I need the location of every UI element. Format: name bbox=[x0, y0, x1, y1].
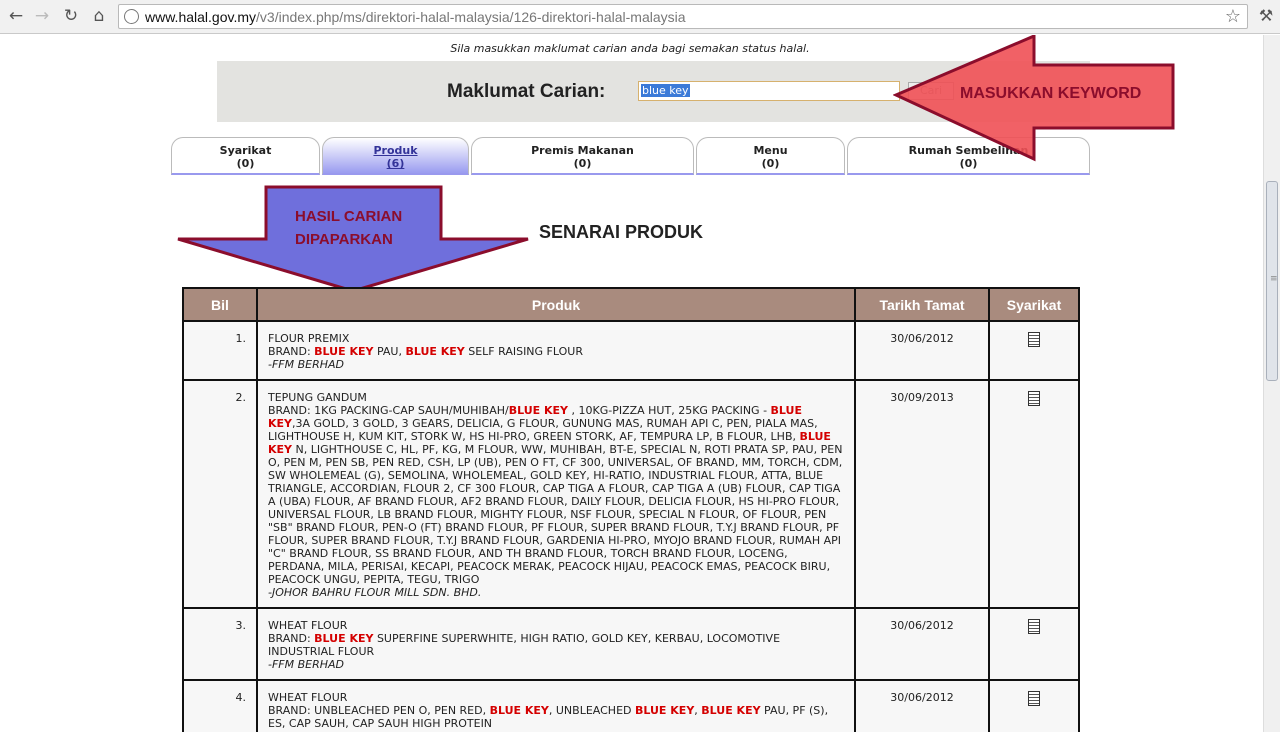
url-text: www.halal.gov.my/v3/index.php/ms/direkto… bbox=[145, 9, 686, 25]
wrench-icon[interactable]: ⚒ bbox=[1256, 6, 1276, 26]
url-path: /v3/index.php/ms/direktori-halal-malaysi… bbox=[256, 9, 686, 25]
company-document-icon[interactable] bbox=[1028, 332, 1040, 347]
row-number: 2. bbox=[182, 379, 258, 609]
row-number: 4. bbox=[182, 679, 258, 732]
table-row: 1. FLOUR PREMIX BRAND: BLUE KEY PAU, BLU… bbox=[182, 320, 1080, 381]
scroll-grip-icon: ≡ bbox=[1270, 274, 1278, 284]
tab-syarikat[interactable]: Syarikat (0) bbox=[171, 137, 320, 175]
table-row: 2. TEPUNG GANDUM BRAND: 1KG PACKING-CAP … bbox=[182, 379, 1080, 609]
product-cell: TEPUNG GANDUM BRAND: 1KG PACKING-CAP SAU… bbox=[256, 379, 856, 609]
tab-menu[interactable]: Menu (0) bbox=[696, 137, 845, 175]
forward-button[interactable]: → bbox=[30, 5, 54, 27]
brand-text: BRAND: bbox=[268, 632, 315, 645]
tab-count: (0) bbox=[236, 157, 255, 170]
expiry-date: 30/06/2012 bbox=[854, 679, 990, 732]
column-header-produk: Produk bbox=[256, 287, 856, 322]
brand-text: BRAND: UNBLEACHED PEN O, PEN RED, bbox=[268, 704, 490, 717]
company-name: -JOHOR BAHRU FLOUR MILL SDN. BHD. bbox=[268, 586, 482, 599]
tab-label: Menu bbox=[753, 144, 788, 157]
brand-text: SELF RAISING FLOUR bbox=[464, 345, 583, 358]
reload-button[interactable]: ↻ bbox=[59, 5, 83, 27]
tab-count: (6) bbox=[386, 157, 405, 170]
back-button[interactable]: ← bbox=[4, 5, 28, 27]
expiry-date: 30/06/2012 bbox=[854, 320, 990, 381]
table-row: 4. WHEAT FLOUR BRAND: UNBLEACHED PEN O, … bbox=[182, 679, 1080, 732]
brand-text: PAU, bbox=[373, 345, 406, 358]
brand-highlight: BLUE KEY bbox=[489, 704, 549, 717]
product-cell: WHEAT FLOUR BRAND: UNBLEACHED PEN O, PEN… bbox=[256, 679, 856, 732]
product-name: TEPUNG GANDUM bbox=[268, 391, 367, 404]
company-cell bbox=[988, 320, 1080, 381]
product-brands: BRAND: UNBLEACHED PEN O, PEN RED, BLUE K… bbox=[268, 704, 844, 730]
list-title: SENARAI PRODUK bbox=[539, 222, 704, 242]
product-brands: BRAND: 1KG PACKING-CAP SAUH/MUHIBAH/BLUE… bbox=[268, 404, 844, 586]
company-cell bbox=[988, 679, 1080, 732]
annotation-result-label: HASIL CARIAN DIPAPARKAN bbox=[295, 208, 403, 248]
product-name: WHEAT FLOUR bbox=[268, 691, 348, 704]
brand-text: ,3A GOLD, 3 GOLD, 3 GEARS, DELICIA, G FL… bbox=[268, 417, 818, 443]
page-content: Sila masukkan maklumat carian anda bagi … bbox=[0, 35, 1263, 732]
tab-label: Premis Makanan bbox=[531, 144, 634, 157]
brand-text: , 10KG-PIZZA HUT, 25KG PACKING - bbox=[568, 404, 771, 417]
tab-count: (0) bbox=[573, 157, 592, 170]
results-table: Bil Produk Tarikh Tamat Syarikat 1. FLOU… bbox=[182, 287, 1080, 732]
product-brands: BRAND: BLUE KEY PAU, BLUE KEY SELF RAISI… bbox=[268, 345, 844, 358]
row-number: 1. bbox=[182, 320, 258, 381]
table-header-row: Bil Produk Tarikh Tamat Syarikat bbox=[182, 287, 1080, 322]
search-label: Maklumat Carian: bbox=[447, 81, 606, 102]
vertical-scrollbar[interactable]: ≡ bbox=[1263, 35, 1280, 732]
product-name: FLOUR PREMIX bbox=[268, 332, 350, 345]
tab-label: Produk bbox=[373, 144, 418, 157]
brand-text: BRAND: bbox=[268, 345, 315, 358]
url-domain: www.halal.gov.my bbox=[145, 9, 257, 25]
table-row: 3. WHEAT FLOUR BRAND: BLUE KEY SUPERFINE… bbox=[182, 607, 1080, 681]
brand-text: , UNBLEACHED bbox=[548, 704, 635, 717]
expiry-date: 30/06/2012 bbox=[854, 607, 990, 681]
bookmark-star-icon[interactable]: ☆ bbox=[1225, 6, 1241, 27]
column-header-bil: Bil bbox=[182, 287, 258, 322]
home-button[interactable]: ⌂ bbox=[87, 5, 111, 27]
annotation-keyword-label: MASUKKAN KEYWORD bbox=[960, 85, 1142, 102]
product-name: WHEAT FLOUR bbox=[268, 619, 348, 632]
address-bar[interactable]: www.halal.gov.my/v3/index.php/ms/direkto… bbox=[118, 4, 1248, 29]
product-cell: FLOUR PREMIX BRAND: BLUE KEY PAU, BLUE K… bbox=[256, 320, 856, 381]
brand-text: BRAND: 1KG PACKING-CAP SAUH/MUHIBAH/ bbox=[268, 404, 509, 417]
brand-highlight: BLUE KEY bbox=[314, 632, 374, 645]
company-cell bbox=[988, 379, 1080, 609]
column-header-tarikh: Tarikh Tamat bbox=[854, 287, 990, 322]
company-cell bbox=[988, 607, 1080, 681]
search-input[interactable]: blue key bbox=[638, 81, 900, 101]
browser-toolbar: ← → ↻ ⌂ www.halal.gov.my/v3/index.php/ms… bbox=[0, 0, 1280, 34]
brand-highlight: BLUE KEY bbox=[405, 345, 465, 358]
company-document-icon[interactable] bbox=[1028, 691, 1040, 706]
product-brands: BRAND: BLUE KEY SUPERFINE SUPERWHITE, HI… bbox=[268, 632, 844, 658]
company-name: -FFM BERHAD bbox=[268, 658, 345, 671]
search-input-value: blue key bbox=[641, 84, 690, 97]
brand-highlight: BLUE KEY bbox=[508, 404, 568, 417]
row-number: 3. bbox=[182, 607, 258, 681]
company-document-icon[interactable] bbox=[1028, 391, 1040, 406]
globe-icon bbox=[124, 9, 139, 24]
scroll-thumb[interactable]: ≡ bbox=[1266, 181, 1278, 381]
expiry-date: 30/09/2013 bbox=[854, 379, 990, 609]
tab-label: Syarikat bbox=[219, 144, 272, 157]
company-document-icon[interactable] bbox=[1028, 619, 1040, 634]
tab-produk[interactable]: Produk (6) bbox=[322, 137, 469, 175]
company-name: -FFM BERHAD bbox=[268, 358, 345, 371]
tab-premis-makanan[interactable]: Premis Makanan (0) bbox=[471, 137, 694, 175]
brand-text: N, LIGHTHOUSE C, HL, PF, KG, M FLOUR, WW… bbox=[268, 443, 843, 586]
brand-highlight: BLUE KEY bbox=[635, 704, 695, 717]
brand-highlight: BLUE KEY bbox=[314, 345, 374, 358]
brand-highlight: BLUE KEY bbox=[701, 704, 761, 717]
product-cell: WHEAT FLOUR BRAND: BLUE KEY SUPERFINE SU… bbox=[256, 607, 856, 681]
column-header-syarikat: Syarikat bbox=[988, 287, 1080, 322]
tab-count: (0) bbox=[761, 157, 780, 170]
